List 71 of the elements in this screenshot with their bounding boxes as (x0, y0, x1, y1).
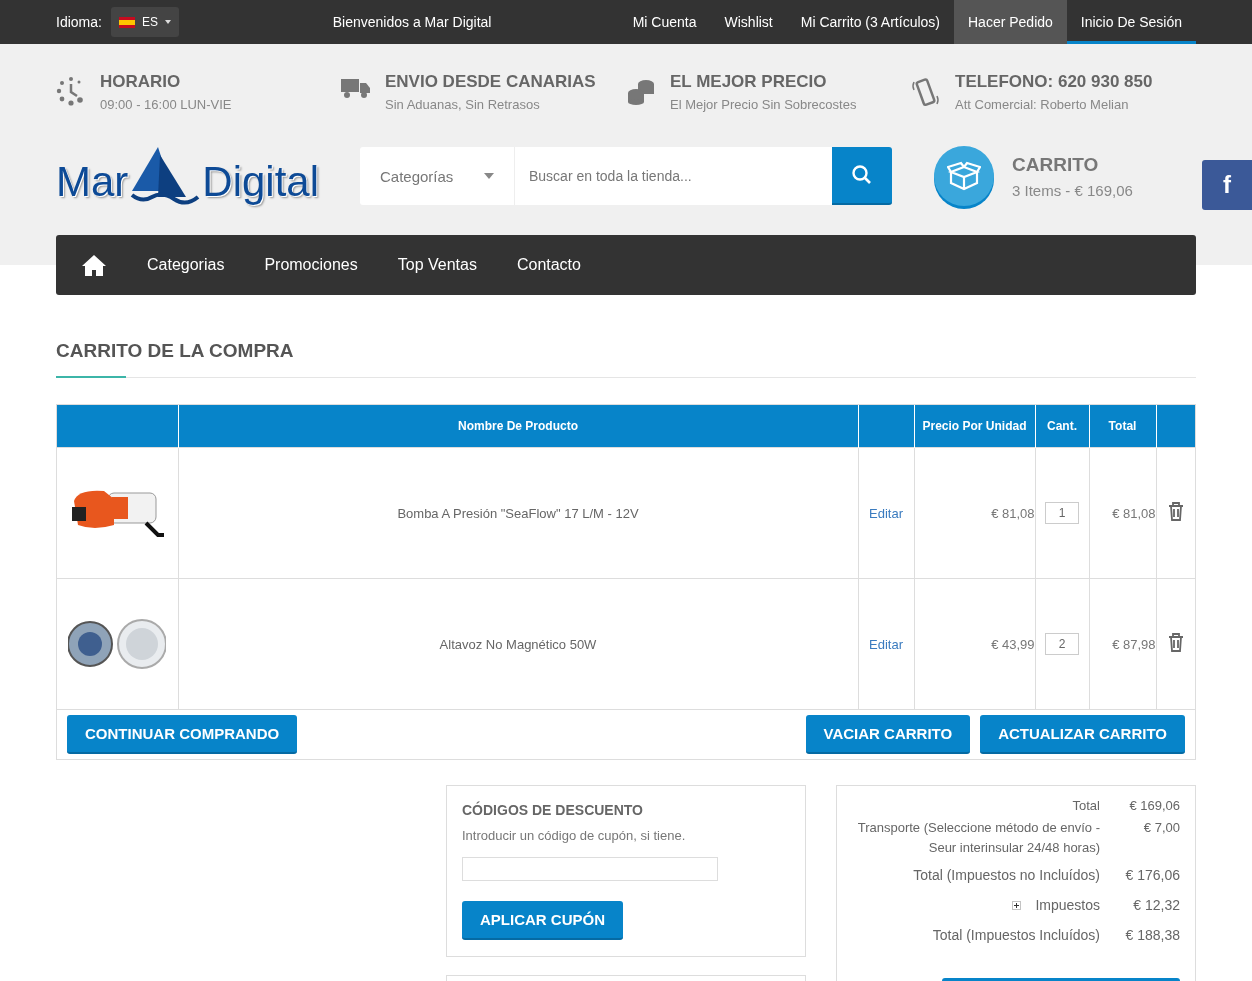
feature-subtitle: Sin Aduanas, Sin Retrasos (385, 97, 541, 112)
unit-price: € 81,08 (914, 447, 1035, 579)
page-title: CARRITO DE LA COMPRA (56, 340, 295, 363)
feature-title: ENVIO DESDE CANARIAS (385, 72, 596, 92)
logo[interactable]: Mar Digital (56, 145, 360, 207)
top-link[interactable]: Mi Carrito (3 Artículos) (786, 0, 954, 44)
home-icon[interactable] (82, 254, 106, 276)
total-label: Total (Impuestos Incluídos) (932, 927, 1100, 943)
total-label: Total (Impuestos no Incluídos) (913, 867, 1100, 883)
feature-subtitle: Att Comercial: Roberto Melian (955, 97, 1130, 112)
box-icon (947, 161, 981, 191)
product-name[interactable]: Bomba A Presión "SeaFlow" 17 L/M - 12V (178, 447, 858, 579)
expand-icon[interactable] (1012, 900, 1022, 910)
language-label: Idioma: (56, 14, 102, 30)
top-link[interactable]: Wishlist (710, 0, 787, 44)
cart-title: CARRITO (1012, 153, 1100, 176)
nav-link[interactable]: Categorias (127, 256, 245, 274)
quantity-field[interactable]: 1 (1045, 502, 1079, 524)
flag-icon (118, 16, 135, 28)
cart-summary: 3 Items - € 169,06 (1012, 181, 1133, 199)
caret-icon (164, 20, 171, 24)
edit-link[interactable]: Editar (869, 636, 903, 652)
column-header: Nombre De Producto (178, 405, 858, 448)
update-cart-button[interactable]: ACTUALIZAR CARRITO (980, 715, 1185, 754)
category-dropdown[interactable]: Categorías (360, 147, 515, 205)
feature-subtitle: El Mejor Precio Sin Sobrecostes (670, 97, 857, 112)
total-value: € 169,06 (1128, 797, 1180, 815)
facebook-button[interactable]: f (1202, 160, 1252, 210)
language-selector[interactable]: ES (110, 7, 179, 37)
welcome-text: Bienvenidos a Mar Digital (332, 14, 493, 30)
top-link[interactable]: Hacer Pedido (954, 0, 1067, 44)
search-icon (852, 165, 872, 185)
coupon-title: CÓDIGOS DE DESCUENTO (462, 802, 644, 818)
nav-link[interactable]: Promociones (244, 256, 378, 274)
truck-icon (341, 76, 371, 100)
column-header: Total (1089, 405, 1156, 448)
clock-icon (56, 76, 86, 106)
caret-icon (484, 173, 494, 179)
column-header: Precio Por Unidad (914, 405, 1035, 448)
top-link[interactable]: Mi Cuenta (618, 0, 711, 44)
search-button[interactable] (832, 147, 892, 205)
quantity-field[interactable]: 2 (1045, 633, 1079, 655)
unit-price: € 43,99 (914, 578, 1035, 710)
cart-button[interactable] (934, 146, 994, 206)
edit-link[interactable]: Editar (869, 505, 903, 521)
nav-link[interactable]: Contacto (496, 256, 601, 274)
row-total: € 81,08 (1089, 447, 1156, 579)
total-value: € 12,32 (1132, 897, 1180, 913)
clear-cart-button[interactable]: VACIAR CARRITO (805, 715, 971, 754)
feature-title: EL MEJOR PRECIO (670, 72, 828, 92)
feature-title: TELEFONO: 620 930 850 (955, 72, 1153, 92)
search-field[interactable]: Buscar en toda la tienda... (515, 147, 832, 205)
total-label: Total (1072, 797, 1100, 815)
product-name[interactable]: Altavoz No Magnético 50W (178, 578, 858, 710)
phone-icon (911, 76, 941, 108)
coupon-field[interactable] (462, 857, 718, 881)
coupon-hint: Introducir un código de cupón, si tiene. (462, 828, 687, 843)
trash-icon[interactable] (1167, 502, 1184, 521)
nav-link[interactable]: Top Ventas (377, 256, 497, 274)
total-label: Transporte (Seleccione método de envío - Seur interinsular 24/48 horas) (856, 819, 1100, 857)
column-header: Cant. (1035, 405, 1089, 448)
row-total: € 87,98 (1089, 578, 1156, 710)
trash-icon[interactable] (1167, 633, 1184, 652)
total-value: € 176,06 (1124, 867, 1180, 883)
apply-coupon-button[interactable]: APLICAR CUPÓN (462, 901, 623, 940)
feature-subtitle: 09:00 - 16:00 LUN-VIE (100, 97, 232, 112)
total-value: € 188,38 (1124, 927, 1180, 943)
total-label: Impuestos (1035, 897, 1100, 913)
total-value: € 7,00 (1142, 819, 1180, 837)
continue-shopping-button[interactable]: CONTINUAR COMPRANDO (67, 715, 298, 754)
feature-title: HORARIO (100, 72, 182, 92)
